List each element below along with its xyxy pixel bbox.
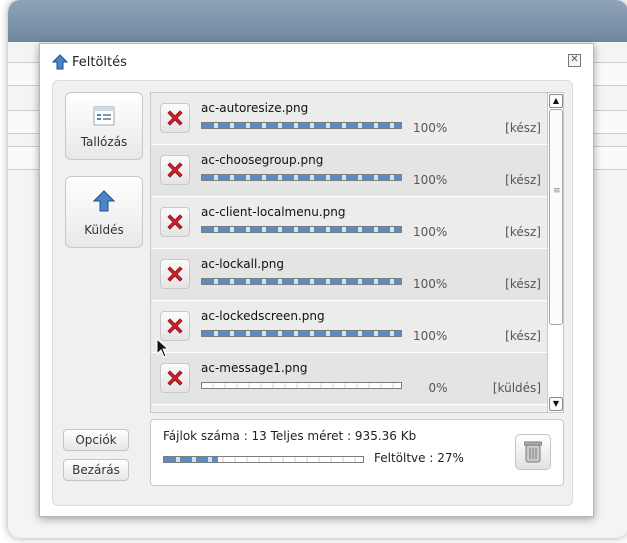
remove-file-button[interactable] bbox=[160, 207, 190, 237]
file-progress-fill bbox=[202, 175, 401, 180]
browse-button[interactable]: Tallózás bbox=[65, 92, 143, 160]
file-status: [kész] bbox=[505, 121, 541, 135]
remove-file-button[interactable] bbox=[160, 155, 190, 185]
remove-file-button[interactable] bbox=[160, 363, 190, 393]
send-button[interactable]: Küldés bbox=[65, 176, 143, 248]
dialog-body: Tallózás Küldés ac-autoresize.png 100% [ké… bbox=[52, 80, 573, 506]
remove-file-button[interactable] bbox=[160, 311, 190, 341]
file-browser-icon bbox=[93, 106, 115, 126]
file-percent: 0% bbox=[428, 381, 448, 395]
upload-arrow-icon bbox=[93, 190, 115, 212]
dialog-title-bar: Feltöltés bbox=[52, 52, 127, 72]
file-percent: 100% bbox=[413, 121, 448, 135]
file-list-scrollbar[interactable]: ▲ ≡ ▼ bbox=[547, 93, 563, 412]
red-x-icon bbox=[167, 318, 183, 334]
file-name: ac-message1.png bbox=[201, 361, 308, 375]
file-list: ac-autoresize.png 100% [kész] ac-choosegrou… bbox=[150, 92, 564, 413]
file-row: ac-message1.png 0% [küldés] bbox=[151, 353, 547, 405]
file-row: ac-autoresize.png 100% [kész] bbox=[151, 93, 547, 145]
close-dialog-button[interactable]: ✕ bbox=[568, 54, 581, 67]
scroll-grip-icon: ≡ bbox=[553, 186, 561, 196]
red-x-icon bbox=[167, 214, 183, 230]
dialog-title: Feltöltés bbox=[72, 54, 127, 70]
file-status: [kész] bbox=[505, 329, 541, 343]
scroll-up-arrow-icon[interactable]: ▲ bbox=[549, 94, 563, 108]
summary-text: Fájlok száma : 13 Teljes méret : 935.36 … bbox=[163, 429, 417, 443]
file-status: [küldés] bbox=[492, 381, 541, 395]
mouse-cursor-icon bbox=[156, 338, 170, 358]
file-status: [kész] bbox=[505, 277, 541, 291]
file-progress-fill bbox=[202, 331, 401, 336]
file-progress-fill bbox=[202, 123, 401, 128]
total-progress-bar bbox=[163, 456, 364, 463]
trash-can-icon bbox=[524, 441, 542, 463]
file-row: ac-choosegroup.png 100% [kész] bbox=[151, 145, 547, 197]
uploaded-percent: Feltöltve : 27% bbox=[374, 451, 464, 465]
upload-arrow-icon bbox=[52, 54, 68, 70]
file-name: ac-lockedscreen.png bbox=[201, 309, 325, 323]
file-percent: 100% bbox=[413, 277, 448, 291]
file-progress-bar bbox=[201, 382, 402, 389]
send-label: Küldés bbox=[84, 223, 124, 237]
remove-file-button[interactable] bbox=[160, 103, 190, 133]
file-progress-bar bbox=[201, 330, 402, 337]
clear-list-button[interactable] bbox=[515, 434, 551, 470]
file-row: ac-lockall.png 100% [kész] bbox=[151, 249, 547, 301]
file-name: ac-choosegroup.png bbox=[201, 153, 324, 167]
file-progress-fill bbox=[202, 279, 401, 284]
file-name: ac-autoresize.png bbox=[201, 101, 309, 115]
total-progress-fill bbox=[164, 457, 218, 462]
file-progress-fill bbox=[202, 227, 401, 232]
file-row: ac-client-localmenu.png 100% [kész] bbox=[151, 197, 547, 249]
browse-label: Tallózás bbox=[80, 135, 128, 149]
remove-file-button[interactable] bbox=[160, 259, 190, 289]
file-row-partial bbox=[151, 405, 547, 412]
file-name: ac-client-localmenu.png bbox=[201, 205, 346, 219]
scroll-thumb[interactable]: ≡ bbox=[549, 109, 563, 325]
file-percent: 100% bbox=[413, 329, 448, 343]
file-progress-bar bbox=[201, 122, 402, 129]
close-button[interactable]: Bezárás bbox=[63, 459, 129, 481]
file-percent: 100% bbox=[413, 225, 448, 239]
options-button[interactable]: Opciók bbox=[63, 429, 129, 451]
upload-dialog: Feltöltés ✕ Tallózás Küldés ac-autoresiz… bbox=[39, 43, 594, 517]
file-percent: 100% bbox=[413, 173, 448, 187]
file-progress-bar bbox=[201, 278, 402, 285]
upload-summary: Fájlok száma : 13 Teljes méret : 935.36 … bbox=[150, 419, 564, 486]
file-status: [kész] bbox=[505, 225, 541, 239]
red-x-icon bbox=[167, 110, 183, 126]
file-name: ac-lockall.png bbox=[201, 257, 284, 271]
file-status: [kész] bbox=[505, 173, 541, 187]
red-x-icon bbox=[167, 266, 183, 282]
file-progress-bar bbox=[201, 174, 402, 181]
background-app-header bbox=[8, 0, 627, 42]
file-row: ac-lockedscreen.png 100% [kész] bbox=[151, 301, 547, 353]
red-x-icon bbox=[167, 370, 183, 386]
file-progress-bar bbox=[201, 226, 402, 233]
red-x-icon bbox=[167, 162, 183, 178]
scroll-down-arrow-icon[interactable]: ▼ bbox=[549, 397, 563, 411]
